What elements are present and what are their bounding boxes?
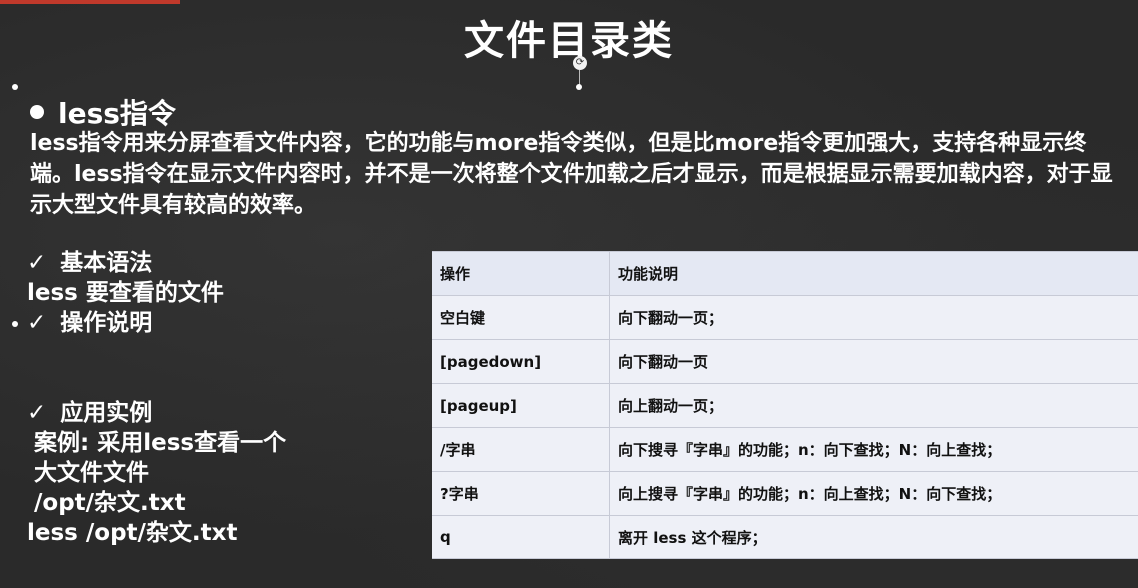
table-header-cell: 操作 <box>432 251 610 296</box>
selection-handle-top[interactable] <box>576 84 582 90</box>
operations-label: 操作说明 <box>60 310 153 336</box>
table-row: [pageup] 向上翻动一页； <box>432 383 1138 428</box>
table-header-cell: 功能说明 <box>609 251 1138 296</box>
text-cursor-icon: I <box>150 520 155 536</box>
table-row: ?字串 向上搜寻『字串』的功能；n：向上查找；N：向下查找； <box>432 471 1138 516</box>
table-row: [pagedown] 向下翻动一页 <box>432 339 1138 384</box>
table-row: q 离开 less 这个程序； <box>432 515 1138 559</box>
basic-syntax-label: 基本语法 <box>60 250 153 276</box>
slide-title: 文件目录类 <box>464 18 674 64</box>
selection-handle-left[interactable] <box>12 321 18 327</box>
table-row: /字串 向下搜寻『字串』的功能；n：向下查找；N：向上查找； <box>432 427 1138 472</box>
table-cell-description: 离开 less 这个程序； <box>609 515 1138 559</box>
example-line-2: 大文件文件 <box>34 460 149 486</box>
table-cell-operation: /字串 <box>432 427 610 472</box>
table-cell-operation: q <box>432 515 610 559</box>
example-label: 应用实例 <box>60 400 153 426</box>
basic-syntax-value: less 要查看的文件 <box>27 280 224 306</box>
selection-handle-left-top[interactable] <box>12 84 18 90</box>
heading-text: less指令 <box>58 97 176 130</box>
check-mark-icon: ✓ <box>27 310 47 336</box>
example-command: less /opt/杂文.txt <box>27 520 238 546</box>
table-cell-operation: [pagedown] <box>432 339 610 384</box>
table-cell-description: 向上搜寻『字串』的功能；n：向上查找；N：向下查找； <box>609 471 1138 516</box>
example-block: ✓ 应用实例 案例: 采用less查看一个 大文件文件 /opt/杂文.txt l… <box>27 398 286 548</box>
table-row: 空白键 向下翻动一页； <box>432 295 1138 340</box>
table-cell-operation: 空白键 <box>432 295 610 340</box>
table-cell-description: 向上翻动一页； <box>609 383 1138 428</box>
description-text: less指令用来分屏查看文件内容，它的功能与more指令类似，但是比more指令… <box>30 131 1113 218</box>
example-line-3: /opt/杂文.txt <box>34 490 186 516</box>
rotate-handle-icon[interactable]: ⟳ <box>573 56 587 70</box>
accent-strip <box>0 0 180 4</box>
example-line-1: 案例: 采用less查看一个 <box>34 430 287 456</box>
check-mark-icon: ✓ <box>27 250 47 276</box>
table-cell-operation: [pageup] <box>432 383 610 428</box>
check-mark-icon: ✓ <box>27 400 47 426</box>
table-cell-operation: ?字串 <box>432 471 610 516</box>
table-cell-description: 向下翻动一页 <box>609 339 1138 384</box>
table-cell-description: 向下搜寻『字串』的功能；n：向下查找；N：向上查找； <box>609 427 1138 472</box>
operations-table: 操作 功能说明 空白键 向下翻动一页； [pagedown] 向下翻动一页 [p… <box>432 251 1138 559</box>
section-heading: less指令 <box>30 92 176 132</box>
table-header-row: 操作 功能说明 <box>432 251 1138 296</box>
table-cell-description: 向下翻动一页； <box>609 295 1138 340</box>
basic-syntax-block: ✓ 基本语法 less 要查看的文件 ✓ 操作说明 <box>27 248 224 338</box>
bullet-dot-icon <box>30 105 44 119</box>
